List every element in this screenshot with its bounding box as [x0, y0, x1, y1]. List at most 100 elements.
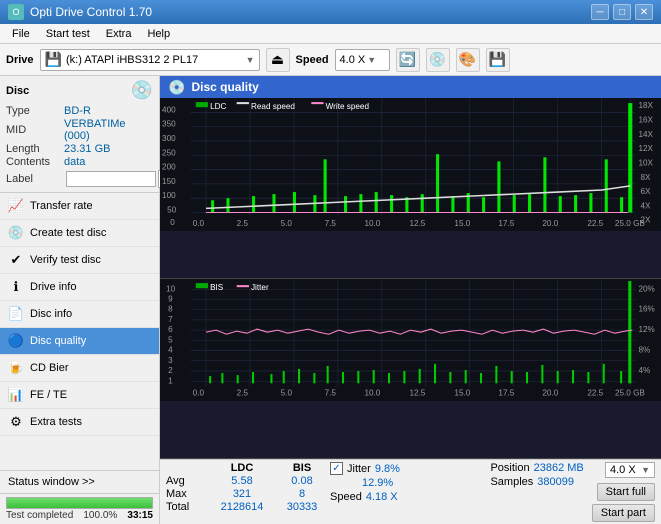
- svg-text:17.5: 17.5: [498, 388, 514, 397]
- sidebar-item-fe-te[interactable]: 📊 FE / TE: [0, 382, 159, 409]
- maximize-button[interactable]: □: [613, 4, 631, 20]
- start-full-button[interactable]: Start full: [597, 483, 655, 501]
- svg-text:200: 200: [162, 163, 176, 172]
- total-label: Total: [166, 501, 202, 513]
- svg-text:14X: 14X: [638, 130, 653, 139]
- cd-bier-icon: 🍺: [8, 360, 24, 376]
- svg-text:1: 1: [168, 376, 173, 385]
- refresh-button[interactable]: 🔄: [396, 48, 420, 72]
- status-text: Test completed: [6, 510, 73, 521]
- sidebar-item-verify-test-disc[interactable]: ✔ Verify test disc: [0, 247, 159, 274]
- svg-text:8: 8: [168, 304, 173, 313]
- jitter-checkbox[interactable]: ✓: [330, 462, 343, 475]
- sidebar: Disc 💿 Type BD-R MID VERBATIMe (000) Len…: [0, 76, 160, 524]
- window-controls: ─ □ ✕: [591, 4, 653, 20]
- svg-text:Write speed: Write speed: [326, 102, 370, 111]
- sidebar-item-disc-info[interactable]: 📄 Disc info: [0, 301, 159, 328]
- minimize-button[interactable]: ─: [591, 4, 609, 20]
- nav-label-verify-test-disc: Verify test disc: [30, 254, 101, 266]
- menu-bar: File Start test Extra Help: [0, 24, 661, 44]
- chart2-container: BIS Jitter 10 9 8 7 6 5 4 3 2 1: [160, 279, 661, 460]
- speed-label: Speed: [296, 54, 329, 66]
- svg-text:20.0: 20.0: [542, 388, 558, 397]
- disc-quality-title: Disc quality: [191, 80, 258, 94]
- close-button[interactable]: ✕: [635, 4, 653, 20]
- eject-button[interactable]: ⏏: [266, 48, 290, 72]
- speed-select[interactable]: 4.0 X ▼: [335, 49, 390, 71]
- speed-select-value: 4.0 X: [610, 464, 636, 476]
- svg-text:8X: 8X: [641, 173, 652, 182]
- svg-text:6: 6: [168, 325, 173, 334]
- svg-text:4%: 4%: [638, 366, 650, 375]
- drive-select[interactable]: 💾 (k:) ATAPl iHBS312 2 PL17 ▼: [40, 49, 260, 71]
- jitter-avg: 9.8%: [375, 463, 400, 475]
- nav-label-transfer-rate: Transfer rate: [30, 200, 93, 212]
- main-layout: Disc 💿 Type BD-R MID VERBATIMe (000) Len…: [0, 76, 661, 524]
- svg-text:0.0: 0.0: [193, 388, 205, 397]
- toolbar: Drive 💾 (k:) ATAPl iHBS312 2 PL17 ▼ ⏏ Sp…: [0, 44, 661, 76]
- avg-bis: 0.08: [282, 475, 322, 487]
- charts-area: LDC Read speed Write speed 400 350 300 2…: [160, 98, 661, 459]
- chart1-svg: LDC Read speed Write speed 400 350 300 2…: [160, 98, 661, 231]
- svg-text:7.5: 7.5: [325, 388, 337, 397]
- svg-text:350: 350: [162, 120, 176, 129]
- speed-arrow: ▼: [367, 55, 376, 65]
- svg-text:10.0: 10.0: [364, 388, 380, 397]
- sidebar-item-extra-tests[interactable]: ⚙ Extra tests: [0, 409, 159, 436]
- transfer-rate-icon: 📈: [8, 198, 24, 214]
- svg-text:10X: 10X: [638, 158, 653, 167]
- svg-text:4X: 4X: [641, 201, 652, 210]
- sidebar-item-disc-quality[interactable]: 🔵 Disc quality: [0, 328, 159, 355]
- svg-text:16X: 16X: [638, 116, 653, 125]
- svg-text:5.0: 5.0: [281, 219, 293, 228]
- svg-text:2.5: 2.5: [237, 388, 249, 397]
- menu-help[interactable]: Help: [139, 27, 178, 41]
- svg-text:5: 5: [168, 335, 173, 344]
- fe-te-icon: 📊: [8, 387, 24, 403]
- svg-text:9: 9: [168, 294, 173, 303]
- bis-header: BIS: [282, 462, 322, 474]
- settings-button[interactable]: 🎨: [456, 48, 480, 72]
- total-ldc: 2128614: [218, 501, 266, 513]
- menu-start-test[interactable]: Start test: [38, 27, 98, 41]
- progress-area: Test completed 100.0% 33:15: [0, 493, 159, 524]
- svg-text:12%: 12%: [638, 325, 654, 334]
- status-window-button[interactable]: Status window >>: [0, 470, 159, 493]
- disc-label-input[interactable]: [66, 171, 156, 187]
- max-label: Max: [166, 488, 202, 500]
- speed-select-box[interactable]: 4.0 X ▼: [605, 462, 655, 478]
- svg-text:2: 2: [168, 366, 173, 375]
- svg-text:100: 100: [162, 191, 176, 200]
- disc-type-label: Type: [6, 105, 64, 117]
- disc-mid-value: VERBATIMe (000): [64, 118, 153, 142]
- menu-file[interactable]: File: [4, 27, 38, 41]
- samples-label: Samples: [490, 476, 533, 488]
- avg-ldc: 5.58: [218, 475, 266, 487]
- disc-mid-label: MID: [6, 124, 64, 136]
- max-ldc: 321: [218, 488, 266, 500]
- sidebar-item-transfer-rate[interactable]: 📈 Transfer rate: [0, 193, 159, 220]
- nav-label-disc-info: Disc info: [30, 308, 72, 320]
- max-bis: 8: [282, 488, 322, 500]
- sidebar-item-drive-info[interactable]: ℹ Drive info: [0, 274, 159, 301]
- nav-label-fe-te: FE / TE: [30, 389, 67, 401]
- total-bis: 30333: [282, 501, 322, 513]
- svg-text:3: 3: [168, 355, 173, 364]
- save-button[interactable]: 💾: [486, 48, 510, 72]
- svg-text:7: 7: [168, 314, 173, 323]
- speed-label: Speed: [330, 491, 362, 503]
- start-part-button[interactable]: Start part: [592, 504, 655, 522]
- svg-text:25.0 GB: 25.0 GB: [615, 219, 645, 228]
- menu-extra[interactable]: Extra: [98, 27, 140, 41]
- drive-icon: 💾: [45, 51, 62, 68]
- disc-contents-label: Contents: [6, 156, 64, 168]
- disc-info-icon: 📄: [8, 306, 24, 322]
- disc-panel-title: Disc: [6, 85, 29, 97]
- svg-text:15.0: 15.0: [454, 219, 470, 228]
- svg-text:12X: 12X: [638, 144, 653, 153]
- svg-text:Jitter: Jitter: [251, 283, 269, 292]
- samples-value: 380099: [537, 476, 574, 488]
- sidebar-item-cd-bier[interactable]: 🍺 CD Bier: [0, 355, 159, 382]
- sidebar-item-create-test-disc[interactable]: 💿 Create test disc: [0, 220, 159, 247]
- disc-button[interactable]: 💿: [426, 48, 450, 72]
